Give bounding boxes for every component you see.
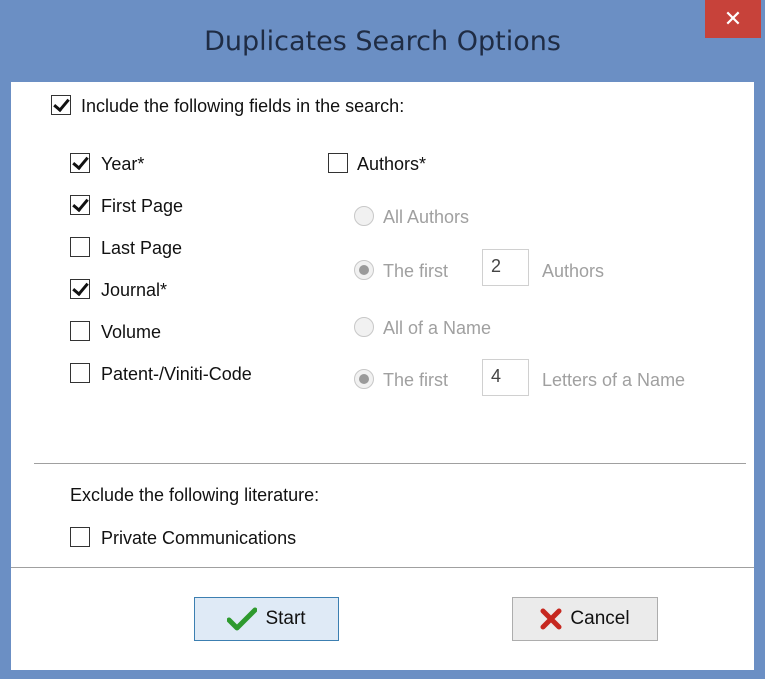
journal-checkbox[interactable] [70,279,90,299]
all-of-name-radio[interactable] [354,317,374,337]
authors-checkbox[interactable] [328,153,348,173]
first-page-label[interactable]: First Page [101,196,183,217]
section-divider [34,463,746,465]
dialog-body: Include the following fields in the sear… [11,82,754,670]
title-bar[interactable]: Duplicates Search Options ✕ [0,0,765,82]
all-of-name-label[interactable]: All of a Name [383,318,491,339]
year-checkbox[interactable] [70,153,90,173]
cancel-button[interactable]: Cancel [512,597,658,641]
letters-suffix-label: Letters of a Name [542,370,686,390]
start-button-label: Start [265,608,306,629]
authors-suffix-label: Authors [542,261,605,281]
patent-viniti-label[interactable]: Patent-/Viniti-Code [101,364,252,385]
volume-checkbox[interactable] [70,321,90,341]
include-fields-checkbox[interactable] [51,95,71,115]
private-communications-label[interactable]: Private Communications [101,528,296,549]
volume-label[interactable]: Volume [101,322,161,343]
last-page-label[interactable]: Last Page [101,238,182,259]
dialog-window: Duplicates Search Options ✕ Include the … [0,0,765,679]
cancel-x-icon [540,608,562,630]
first-page-checkbox[interactable] [70,195,90,215]
first-letters-label[interactable]: The first [383,370,448,391]
first-authors-radio[interactable] [354,260,374,280]
authors-label[interactable]: Authors* [357,154,426,175]
all-authors-label[interactable]: All Authors [383,207,469,228]
letters-count-input[interactable]: 4 [482,359,529,396]
last-page-checkbox[interactable] [70,237,90,257]
checkmark-icon [227,607,258,631]
journal-label[interactable]: Journal* [101,280,167,301]
cancel-button-label: Cancel [570,608,630,629]
year-label[interactable]: Year* [101,154,144,175]
close-button[interactable]: ✕ [705,0,761,38]
dialog-title: Duplicates Search Options [204,26,561,57]
first-letters-radio[interactable] [354,369,374,389]
all-authors-radio[interactable] [354,206,374,226]
button-area-divider [11,567,754,569]
patent-viniti-checkbox[interactable] [70,363,90,383]
first-authors-count-input[interactable]: 2 [482,249,529,286]
start-button[interactable]: Start [194,597,339,641]
first-authors-label[interactable]: The first [383,261,448,282]
include-fields-label[interactable]: Include the following fields in the sear… [81,96,404,117]
exclude-label: Exclude the following literature: [70,485,320,505]
private-communications-checkbox[interactable] [70,527,90,547]
